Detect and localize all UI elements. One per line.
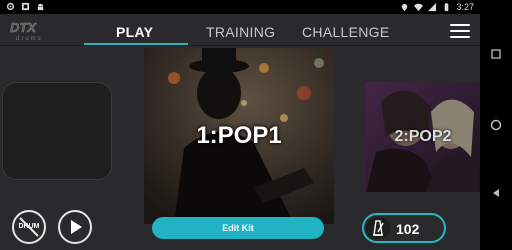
navigation-bar [480, 0, 512, 250]
android-icon [37, 3, 44, 11]
tab-training[interactable]: TRAINING [206, 24, 275, 40]
metronome-button[interactable] [366, 217, 390, 239]
kit-card-next[interactable]: 2:POP2 [366, 82, 480, 192]
kit-card-previous[interactable] [2, 82, 112, 180]
play-icon [71, 220, 82, 234]
wifi-icon [414, 3, 424, 11]
drum-toggle-button[interactable]: DRUM [12, 210, 46, 244]
svg-text:drums: drums [16, 36, 43, 42]
square-icon [491, 49, 501, 59]
app-icon [21, 2, 30, 11]
app-window: DTX drums PLAY TRAINING CHALLENGE 1:POP1… [0, 14, 480, 250]
header-divider [0, 45, 480, 46]
kit-title: 2:POP2 [394, 128, 452, 145]
settings-gear-icon [6, 2, 15, 11]
edit-kit-button[interactable]: Edit Kit [152, 217, 324, 239]
kit-card-current[interactable]: 1:POP1 [144, 48, 334, 224]
header: DTX drums PLAY TRAINING CHALLENGE [0, 14, 480, 46]
hamburger-menu-icon[interactable] [450, 24, 470, 38]
tab-play[interactable]: PLAY [116, 24, 153, 40]
circle-icon [490, 119, 502, 131]
play-button[interactable] [58, 210, 92, 244]
battery-icon [445, 2, 449, 11]
drum-off-slash-icon [19, 217, 39, 237]
back-triangle-icon [493, 189, 499, 197]
status-bar: 3:27 [0, 0, 480, 14]
location-icon [402, 3, 408, 11]
tempo-control[interactable]: 102 [362, 213, 446, 243]
recents-button[interactable] [488, 46, 504, 62]
status-time: 3:27 [456, 2, 474, 12]
tempo-value: 102 [396, 221, 420, 237]
dtx-drums-logo: DTX drums [10, 20, 43, 42]
back-button[interactable] [488, 185, 504, 201]
signal-icon [428, 2, 437, 11]
kit-title: 1:POP1 [196, 122, 282, 149]
metronome-icon [373, 220, 384, 236]
home-button[interactable] [488, 117, 504, 133]
svg-text:DTX: DTX [10, 20, 37, 35]
tab-challenge[interactable]: CHALLENGE [302, 24, 390, 40]
